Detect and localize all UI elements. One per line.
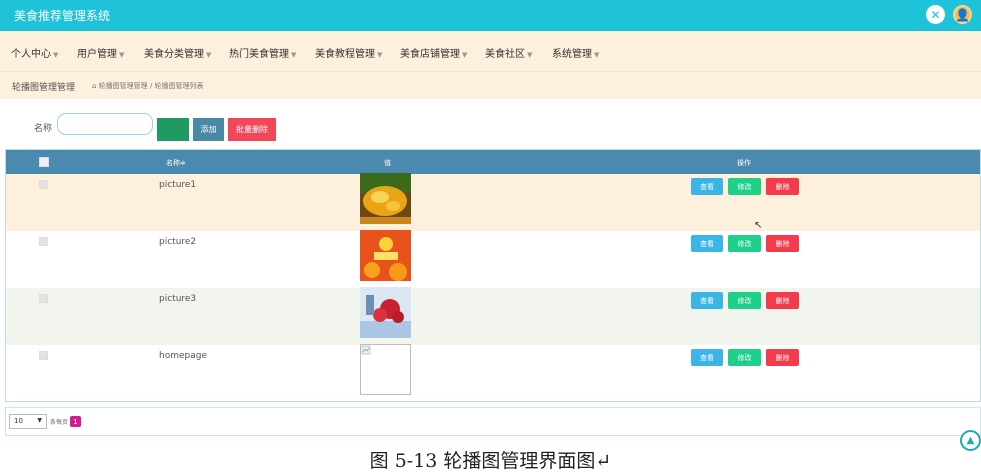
- carousel-table: 名称≑ 值 操作 picture1 查看 修改 删除 picture2 查看 修…: [5, 149, 981, 402]
- close-circle-icon[interactable]: ✕: [926, 5, 945, 24]
- table-row: picture2 查看 修改 删除: [6, 230, 980, 288]
- header-value: 值: [384, 159, 391, 167]
- chevron-down-icon: ▼: [206, 51, 212, 59]
- nav-item-system[interactable]: 系统管理 ▼: [552, 45, 599, 60]
- row-checkbox[interactable]: [39, 180, 48, 189]
- table-row: picture3 查看 修改 删除: [6, 287, 980, 345]
- user-avatar-icon[interactable]: 👤: [953, 5, 972, 24]
- nav-item-food-community[interactable]: 美食社区 ▼: [485, 45, 532, 60]
- nav-label: 美食店铺管理: [400, 49, 460, 60]
- breadcrumb-text[interactable]: 轮播图管理管理 / 轮播图管理列表: [99, 82, 204, 90]
- nav-item-hot-food[interactable]: 热门美食管理 ▼: [229, 45, 296, 60]
- nav-item-user-management[interactable]: 用户管理 ▼: [77, 45, 124, 60]
- select-all-checkbox[interactable]: [39, 157, 49, 167]
- nav-item-food-tutorial[interactable]: 美食教程管理 ▼: [315, 45, 382, 60]
- delete-button[interactable]: 删除: [766, 178, 799, 195]
- nav-label: 系统管理: [552, 49, 592, 60]
- chevron-down-icon: ▼: [462, 51, 468, 59]
- nav-label: 用户管理: [77, 49, 117, 60]
- view-button[interactable]: 查看: [691, 235, 723, 252]
- table-row: picture1 查看 修改 删除: [6, 173, 980, 231]
- page-size-select[interactable]: 10 ▼: [9, 414, 47, 429]
- page-size-value: 10: [14, 417, 23, 425]
- chevron-down-icon: ▼: [377, 51, 383, 59]
- row-name: picture2: [159, 237, 197, 247]
- nav-item-food-category[interactable]: 美食分类管理 ▼: [144, 45, 211, 60]
- row-name: picture1: [159, 180, 197, 190]
- edit-button[interactable]: 修改: [728, 235, 761, 252]
- nav-label: 热门美食管理: [229, 49, 289, 60]
- breadcrumb-path: ⌂ 轮播图管理管理 / 轮播图管理列表: [92, 81, 203, 91]
- breadcrumb: 轮播图管理管理 ⌂ 轮播图管理管理 / 轮播图管理列表: [0, 71, 981, 100]
- main-nav: 个人中心 ▼ 用户管理 ▼ 美食分类管理 ▼ 热门美食管理 ▼ 美食教程管理 ▼ 美食店铺…: [0, 31, 981, 71]
- top-bar: 美食推荐管理系统 ✕ 👤: [0, 0, 981, 31]
- row-name: homepage: [159, 351, 207, 361]
- figure-caption: 图 5-13 轮播图管理界面图↵: [369, 450, 612, 472]
- search-button[interactable]: [157, 118, 189, 141]
- dessert-photo: [360, 173, 411, 224]
- red-berries-photo: [360, 287, 411, 338]
- row-checkbox[interactable]: [39, 237, 48, 246]
- nav-label: 美食社区: [485, 49, 525, 60]
- page-number-current[interactable]: 1: [70, 416, 81, 427]
- mouse-cursor-icon: ↖: [754, 220, 763, 231]
- batch-delete-button[interactable]: 批量删除: [228, 118, 276, 141]
- pagination: 10 ▼ 条每页 1: [5, 407, 981, 436]
- chevron-down-icon: ▼: [53, 51, 59, 59]
- nav-label: 美食分类管理: [144, 49, 204, 60]
- per-page-label: 条每页: [50, 419, 69, 426]
- orange-promo-poster: [360, 230, 411, 281]
- delete-button[interactable]: 删除: [766, 235, 799, 252]
- delete-button[interactable]: 删除: [766, 349, 799, 366]
- table-header: 名称≑ 值 操作: [6, 150, 980, 174]
- home-icon[interactable]: ⌂: [92, 82, 99, 90]
- nav-item-personal-center[interactable]: 个人中心 ▼: [11, 45, 58, 60]
- row-name: picture3: [159, 294, 197, 304]
- edit-button[interactable]: 修改: [728, 178, 761, 195]
- chevron-down-icon: ▼: [291, 51, 297, 59]
- nav-label: 美食教程管理: [315, 49, 375, 60]
- edit-button[interactable]: 修改: [728, 292, 761, 309]
- row-checkbox[interactable]: [39, 294, 48, 303]
- header-name[interactable]: 名称≑: [166, 158, 186, 168]
- header-actions: 操作: [737, 159, 751, 167]
- name-search-input[interactable]: [57, 113, 153, 135]
- page-title: 轮播图管理管理: [12, 83, 76, 93]
- chevron-down-icon: ▼: [527, 51, 533, 59]
- chevron-down-icon: ▼: [37, 417, 42, 424]
- table-row: homepage 查看 修改 删除: [6, 344, 980, 401]
- edit-button[interactable]: 修改: [728, 349, 761, 366]
- nav-label: 个人中心: [11, 49, 51, 60]
- row-checkbox[interactable]: [39, 351, 48, 360]
- app-title: 美食推荐管理系统: [14, 9, 111, 23]
- chevron-down-icon: ▼: [119, 51, 125, 59]
- view-button[interactable]: 查看: [691, 349, 723, 366]
- add-button[interactable]: 添加: [193, 118, 224, 141]
- broken-image-icon: [360, 344, 411, 395]
- view-button[interactable]: 查看: [691, 178, 723, 195]
- chevron-down-icon: ▼: [594, 51, 600, 59]
- nav-item-food-shop[interactable]: 美食店铺管理 ▼: [400, 45, 467, 60]
- view-button[interactable]: 查看: [691, 292, 723, 309]
- delete-button[interactable]: 删除: [766, 292, 799, 309]
- name-label: 名称: [34, 124, 53, 134]
